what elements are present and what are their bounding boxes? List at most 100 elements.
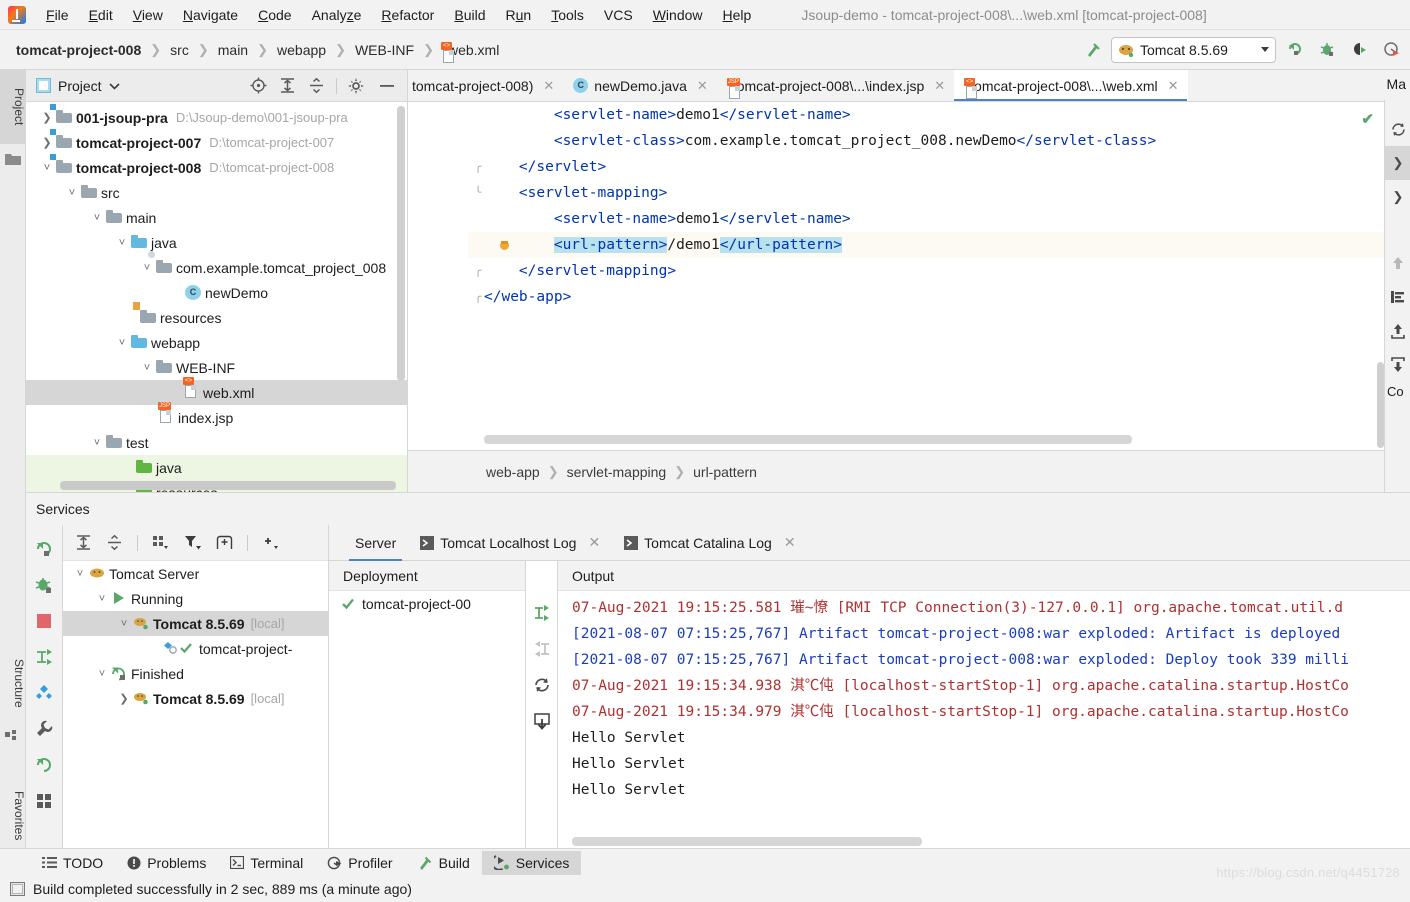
tree-item-package[interactable]: ˅ com.example.tomcat_project_008 [26,250,407,280]
chevron-down-icon[interactable]: ˅ [140,362,154,374]
tab-tomcat-catalina-log[interactable]: Tomcat Catalina Log ✕ [612,525,807,561]
import-down-icon[interactable] [1385,348,1410,382]
code-fold-end-marker[interactable]: ╭ [472,154,484,180]
expand-right-panel-2-chevron-right-icon[interactable]: ❯ [1385,180,1410,214]
toolwindow-button-terminal[interactable]: Terminal [218,851,315,875]
stop-icon[interactable] [26,603,62,639]
menu-item-navigate[interactable]: Navigate [173,4,248,26]
chevron-down-icon[interactable]: ˅ [73,568,87,580]
add-icon[interactable] [256,535,286,551]
chevron-down-icon[interactable]: ˅ [115,237,129,249]
inspection-ok-check-icon[interactable]: ✔ [1361,110,1374,128]
breadcrumb-item-main[interactable]: main [216,42,250,58]
services-tree-item-running[interactable]: ˅ Running [63,586,328,611]
services-tree-item-tomcat-server[interactable]: ˅ Tomcat Server [63,561,328,586]
chevron-down-icon[interactable]: ˅ [115,337,129,349]
services-content-tabs[interactable]: Server Tomcat Localhost Log ✕ Tomcat Cat… [329,525,1410,561]
tree-item-java-main[interactable]: ˅ java [26,230,407,255]
settings-gear-icon[interactable] [343,77,369,94]
run-coverage-icon[interactable] [1346,37,1372,63]
sidebar-item-coverage[interactable]: Co [1384,384,1410,399]
tree-item-web-xml[interactable]: <> web.xml [26,376,407,405]
code-fold-end-marker[interactable]: ╭ [472,284,484,310]
sidebar-item-maven[interactable]: Ma [1380,72,1410,100]
restart-icon[interactable] [526,667,558,703]
refresh-icon[interactable] [1385,112,1410,146]
tree-item-resources[interactable]: resources [26,301,407,330]
artifacts-icon[interactable] [26,675,62,711]
add-tab-icon[interactable] [210,535,239,551]
undeploy-icon[interactable] [526,631,558,667]
editor-tab-web-xml[interactable]: <> tomcat-project-008\...\web.xml ✕ [954,70,1188,101]
close-icon[interactable]: ✕ [784,534,796,551]
chevron-right-icon[interactable]: ❯ [40,111,54,124]
code-editor[interactable]: 7 8 9 10 11 12 13 14 ╭ ╰ ╭ ╭ <servlet-na… [408,102,1410,450]
chevron-down-icon[interactable]: ˅ [117,618,131,630]
code-fold-start-marker[interactable]: ╰ [472,180,484,206]
menu-item-window[interactable]: Window [643,4,713,26]
run-icon[interactable] [1282,37,1308,63]
services-tree[interactable]: ˅ Tomcat Server ˅ Running ˅ Tomcat 8.5.6… [63,561,328,711]
chevron-down-icon[interactable]: ˅ [140,262,154,274]
expand-all-icon[interactable] [274,77,301,94]
services-tree-item-tomcat-8569-running[interactable]: ˅ Tomcat 8.5.69 [local] [63,611,328,636]
menu-item-help[interactable]: Help [713,4,762,26]
filter-tree-icon[interactable] [1385,280,1410,314]
tree-item-test[interactable]: ˅ test [26,430,407,455]
menu-item-file[interactable]: File [36,4,79,26]
menu-bar[interactable]: File Edit View Navigate Code Analyze Ref… [36,4,761,26]
menu-item-view[interactable]: View [123,4,173,26]
breadcrumb-item-web-app[interactable]: web-app [486,464,540,480]
services-tree-item-tomcat-8569-finished[interactable]: ❯ Tomcat 8.5.69 [local] [63,686,328,711]
toolwindow-button-profiler[interactable]: Profiler [315,851,404,875]
sidebar-item-project[interactable]: Project [0,70,26,144]
expand-right-panel-chevron-right-icon[interactable]: ❯ [1385,146,1410,180]
chevron-down-icon[interactable]: ˅ [95,593,109,605]
chevron-down-icon[interactable]: ˅ [65,187,79,199]
tree-item-java-test[interactable]: java [26,455,407,480]
breadcrumb-item-url-pattern[interactable]: url-pattern [693,464,757,480]
close-icon[interactable]: ✕ [697,78,708,94]
services-tree-item-artifact[interactable]: tomcat-project- [63,636,328,661]
tree-item-001-jsoup-pra[interactable]: ❯ 001-jsoup-pra D:\Jsoup-demo\001-jsoup-… [26,103,407,130]
tree-item-tomcat-project-008[interactable]: ˅ tomcat-project-008 D:\tomcat-project-0… [26,153,407,180]
group-by-icon[interactable] [146,534,176,551]
menu-item-analyze[interactable]: Analyze [302,4,372,26]
tree-item-src[interactable]: ˅ src [26,180,407,205]
menu-item-build[interactable]: Build [444,4,495,26]
breadcrumb-item-webinf[interactable]: WEB-INF [353,42,416,58]
menu-item-code[interactable]: Code [248,4,301,26]
deployment-row[interactable]: tomcat-project-00 [329,591,525,617]
breadcrumb-item-servlet-mapping[interactable]: servlet-mapping [567,464,667,480]
layout-icon[interactable] [26,783,62,819]
run-configuration-selector[interactable]: Tomcat 8.5.69 [1111,36,1276,63]
chevron-down-icon[interactable]: ˅ [40,162,54,174]
close-icon[interactable]: ✕ [543,78,554,94]
locate-icon[interactable] [245,77,272,94]
toolwindow-button-build[interactable]: Build [405,851,482,875]
output-hscrollbar[interactable] [572,837,922,846]
toolwindow-button-todo[interactable]: TODO [30,851,115,875]
close-icon[interactable]: ✕ [588,534,600,551]
output-log[interactable]: 07-Aug-2021 19:15:25.581 璀~憭 [RMI TCP Co… [558,591,1410,852]
editor-tab-newdemo-java[interactable]: C newDemo.java ✕ [563,70,717,101]
tree-item-index-jsp[interactable]: JSP index.jsp [26,401,407,430]
collapse-all-icon[interactable] [100,534,129,551]
redeploy-icon[interactable] [526,595,558,631]
tab-server[interactable]: Server [343,525,408,561]
build-hammer-icon[interactable] [1081,38,1105,62]
chevron-down-icon[interactable]: ˅ [90,212,104,224]
filter-icon[interactable] [178,534,208,551]
chevron-right-icon[interactable]: ❯ [40,136,54,149]
sidebar-item-structure[interactable]: Structure [0,640,26,726]
chevron-down-icon[interactable] [1261,47,1269,52]
tree-item-main[interactable]: ˅ main [26,205,407,230]
breadcrumb[interactable]: tomcat-project-008 ❯ src ❯ main ❯ webapp… [14,41,501,63]
tree-item-tomcat-project-007[interactable]: ❯ tomcat-project-007 D:\tomcat-project-0… [26,128,407,155]
breadcrumb-item-webapp[interactable]: webapp [275,42,328,58]
project-tree-vscrollbar[interactable] [397,106,405,381]
chevron-down-icon[interactable] [109,82,120,90]
close-icon[interactable]: ✕ [934,78,945,94]
editor-vscrollbar[interactable] [1377,362,1384,448]
export-up-icon[interactable] [1385,314,1410,348]
